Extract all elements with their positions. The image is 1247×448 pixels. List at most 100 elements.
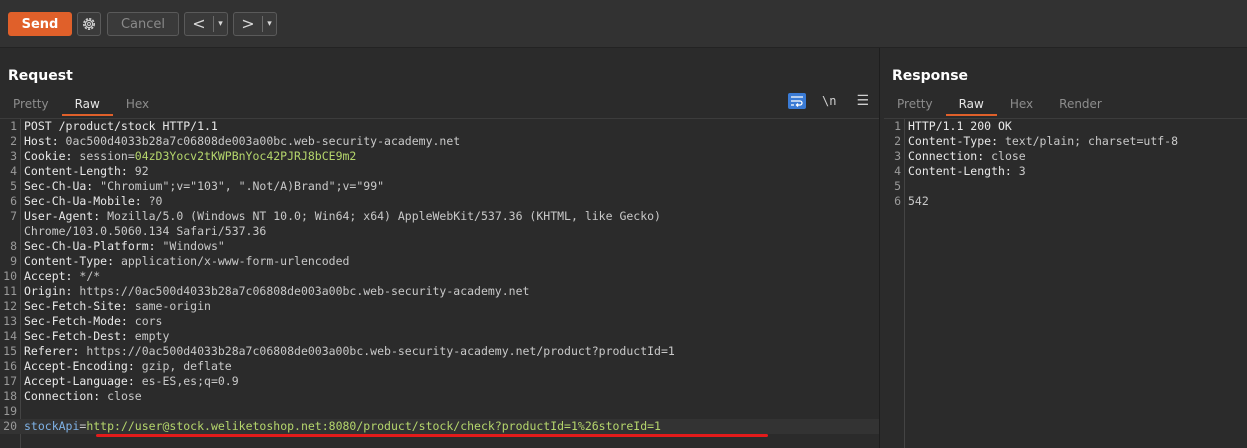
cancel-button[interactable]: Cancel [107, 12, 179, 36]
line-number: 11 [3, 284, 17, 298]
code-line: 3 Cookie: session=04zD3Yocv2tKWPBnYoc42PJ… [0, 149, 879, 164]
header-name: Content-Type: [908, 134, 1005, 148]
line-text: Content-Type: application/x-www-form-url… [24, 254, 349, 269]
tab-hex[interactable]: Hex [997, 94, 1046, 116]
request-title: Request [8, 68, 73, 84]
line-text: User-Agent: Mozilla/5.0 (Windows NT 10.0… [24, 209, 661, 224]
code-line: 4 Content-Length: 92 [0, 164, 879, 179]
header-value: "Windows" [162, 239, 225, 253]
header-value: 542 [908, 194, 929, 208]
line-number: 3 [10, 149, 17, 163]
header-value: */* [79, 269, 101, 283]
code-line: 11 Origin: https://0ac500d4033b28a7c06808… [0, 284, 879, 299]
request-editor-tools: \n ☰ [788, 93, 869, 109]
header-value: cors [134, 314, 163, 328]
back-history-dropdown-icon[interactable]: ▾ [214, 19, 227, 29]
toolbar: Send Cancel < ▾ > ▾ [0, 0, 1247, 48]
header-name: Referer: [24, 344, 87, 358]
line-number: 19 [3, 404, 17, 418]
line-number: 5 [894, 179, 901, 193]
back-button[interactable]: < ▾ [184, 12, 228, 36]
line-number: 10 [3, 269, 17, 283]
line-text: Referer: https://0ac500d4033b28a7c06808d… [24, 344, 675, 359]
line-number: 13 [3, 314, 17, 328]
line-number: 5 [10, 179, 17, 193]
line-text: Sec-Fetch-Site: same-origin [24, 299, 211, 314]
line-text: Connection: close [908, 149, 1026, 164]
tab-raw[interactable]: Raw [61, 94, 113, 116]
forward-history-dropdown-icon[interactable]: ▾ [263, 19, 276, 29]
header-name: Cookie: [24, 149, 80, 163]
tab-raw[interactable]: Raw [945, 94, 997, 116]
header-value: same-origin [134, 299, 211, 313]
code-line: 16 Accept-Encoding: gzip, deflate [0, 359, 879, 374]
code-line: 4 Content-Length: 3 [884, 164, 1247, 179]
line-text: Content-Length: 92 [24, 164, 149, 179]
forward-button[interactable]: > ▾ [233, 12, 277, 36]
header-name: Accept-Encoding: [24, 359, 142, 373]
header-name: Sec-Ch-Ua-Mobile: [24, 194, 149, 208]
panel-divider[interactable] [879, 48, 880, 448]
header-value: 92 [134, 164, 149, 178]
header-value: 3 [1018, 164, 1026, 178]
word-wrap-button[interactable] [788, 93, 806, 109]
response-title: Response [892, 68, 969, 84]
header-value: close [991, 149, 1026, 163]
gear-icon [83, 18, 95, 30]
line-number: 7 [10, 209, 17, 223]
line-number: 6 [894, 194, 901, 208]
menu-icon[interactable]: ☰ [856, 93, 869, 109]
header-name: Origin: [24, 284, 80, 298]
response-editor[interactable]: 1 HTTP/1.1 200 OK 2 Content-Type: text/plai… [884, 118, 1247, 448]
header-value: close [107, 389, 142, 403]
request-editor[interactable]: 1 POST /product/stock HTTP/1.1 2 Host: 0ac5… [0, 118, 879, 448]
code-line: 5 [884, 179, 1247, 194]
line-text: Connection: close [24, 389, 142, 404]
header-name: Connection: [908, 149, 992, 163]
back-arrow-icon: < [192, 14, 206, 33]
line-number: 20 [3, 419, 17, 433]
header-value: 0ac500d4033b28a7c06808de003a00bc.web-sec… [65, 134, 461, 148]
show-newlines-toggle[interactable]: \n [822, 94, 836, 108]
tab-pretty[interactable]: Pretty [0, 94, 62, 116]
code-line: 10 Accept: */* [0, 269, 879, 284]
code-line: 3 Connection: close [884, 149, 1247, 164]
code-line: 20 stockApi=http://user@stock.weliketosho… [0, 419, 879, 434]
code-line: 5 Sec-Ch-Ua: "Chromium";v="103", ".Not/A)… [0, 179, 879, 194]
line-number: 6 [10, 194, 17, 208]
tab-hex[interactable]: Hex [113, 94, 162, 116]
header-name: Content-Length: [24, 164, 135, 178]
highlight-underline [96, 434, 768, 437]
code-line: 1 HTTP/1.1 200 OK [884, 119, 1247, 134]
code-line: 6 Sec-Ch-Ua-Mobile: ?0 [0, 194, 879, 209]
line-number: 8 [10, 239, 17, 253]
header-value: https://0ac500d4033b28a7c06808de003a00bc… [86, 344, 675, 358]
line-text: Chrome/103.0.5060.134 Safari/537.36 [24, 224, 266, 239]
cookie-value: 04zD3Yocv2tKWPBnYoc42PJRJ8bCE9m2 [134, 149, 357, 163]
line-number: 12 [3, 299, 17, 313]
code-line: 13 Sec-Fetch-Mode: cors [0, 314, 879, 329]
tab-pretty[interactable]: Pretty [884, 94, 946, 116]
header-name: Sec-Ch-Ua-Platform: [24, 239, 163, 253]
line-text: Accept-Language: es-ES,es;q=0.9 [24, 374, 239, 389]
line-number: 1 [894, 119, 901, 133]
code-line: 2 Content-Type: text/plain; charset=utf-8 [884, 134, 1247, 149]
response-tabs: Pretty Raw Hex Render [884, 94, 1115, 116]
line-number: 4 [894, 164, 901, 178]
tab-render[interactable]: Render [1046, 94, 1115, 116]
header-name: Content-Type: [24, 254, 121, 268]
header-name: Sec-Ch-Ua: [24, 179, 101, 193]
code-line: 12 Sec-Fetch-Site: same-origin [0, 299, 879, 314]
settings-button[interactable] [77, 12, 101, 36]
line-text: Cookie: session=04zD3Yocv2tKWPBnYoc42PJR… [24, 149, 356, 164]
param-value: http://user@stock.weliketoshop.net:8080/… [86, 419, 661, 433]
header-value: "Chromium";v="103", ".Not/A)Brand";v="99… [100, 179, 385, 193]
send-button[interactable]: Send [8, 12, 72, 36]
line-text: Accept: */* [24, 269, 100, 284]
param-name: stockApi [24, 419, 80, 433]
line-text: Host: 0ac500d4033b28a7c06808de003a00bc.w… [24, 134, 460, 149]
line-number: 16 [3, 359, 17, 373]
code-line: 18 Connection: close [0, 389, 879, 404]
code-line: 1 POST /product/stock HTTP/1.1 [0, 119, 879, 134]
line-text: POST /product/stock HTTP/1.1 [24, 119, 218, 134]
